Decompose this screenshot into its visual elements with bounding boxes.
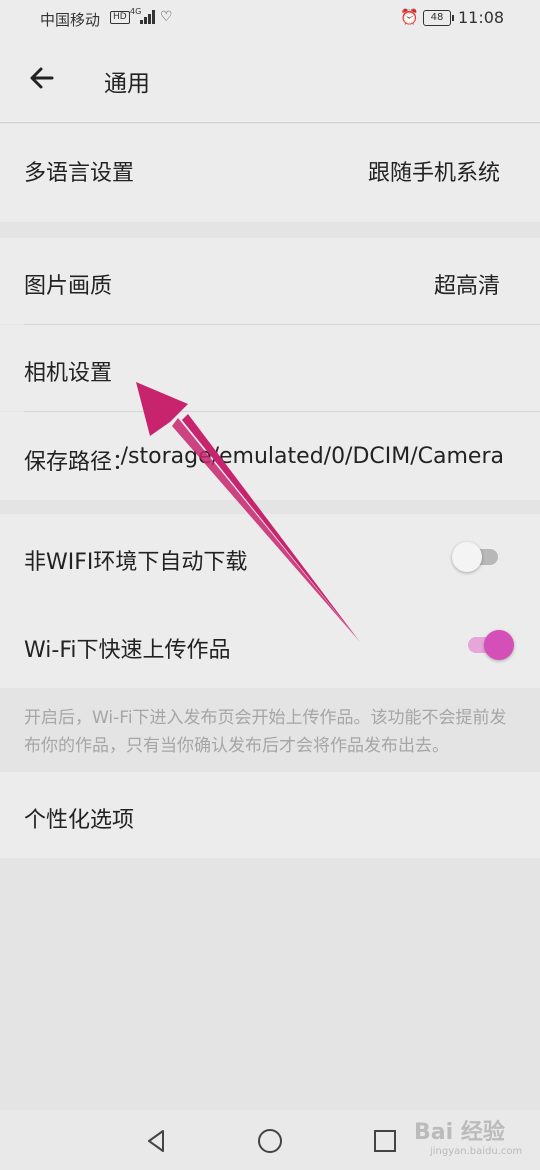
save-path-label: 保存路径： [24, 450, 135, 475]
personalization-label: 个性化选项 [24, 808, 135, 833]
wifi-upload-label: Wi-Fi下快速上传作品 [24, 638, 231, 663]
heart-icon: ♡ [160, 9, 173, 25]
personalization-row[interactable]: 个性化选项 [0, 772, 540, 858]
back-triangle-icon[interactable] [141, 1126, 171, 1156]
image-quality-value: 超高清 [433, 274, 500, 299]
wifi-upload-toggle[interactable] [462, 630, 514, 660]
toggle-knob [452, 542, 482, 572]
watermark-logo: Bai 经验 [414, 1120, 505, 1145]
watermark-url: jingyan.baidu.com [430, 1146, 523, 1157]
page-title: 通用 [104, 71, 150, 97]
auto-download-toggle[interactable] [452, 542, 504, 572]
wifi-upload-note: 开启后，Wi-Fi下进入发布页会开始上传作品。该功能不会提前发布你的作品，只有当… [24, 708, 507, 756]
camera-settings-label: 相机设置 [24, 361, 113, 386]
page-header: 通用 [0, 36, 540, 123]
image-quality-label: 图片画质 [24, 274, 113, 299]
camera-settings-row[interactable]: 相机设置 [0, 325, 540, 411]
language-value: 跟随手机系统 [367, 161, 500, 186]
home-circle-icon[interactable] [255, 1126, 285, 1156]
battery-icon: 48 [423, 10, 454, 26]
status-bar: 中国移动 HD 4G ♡ ⏰ 48 11:08 [0, 0, 540, 36]
language-setting-row[interactable]: 多语言设置 跟随手机系统 [0, 124, 540, 222]
auto-download-row: 非WIFI环境下自动下载 [0, 514, 540, 602]
clock: 11:08 [458, 8, 505, 27]
recents-square-icon[interactable] [370, 1126, 400, 1156]
signal-icon [140, 10, 156, 28]
hd-badge: HD [110, 11, 130, 24]
auto-download-label: 非WIFI环境下自动下载 [24, 550, 248, 575]
toggle-knob [484, 630, 514, 660]
image-quality-row[interactable]: 图片画质 超高清 [0, 238, 540, 324]
save-path-row[interactable]: 保存路径： /storage/emulated/0/DCIM/Camera [0, 412, 540, 500]
alarm-icon: ⏰ [400, 8, 419, 26]
wifi-upload-row: Wi-Fi下快速上传作品 [0, 602, 540, 688]
back-arrow-icon[interactable] [26, 62, 58, 94]
language-label: 多语言设置 [24, 161, 135, 186]
save-path-value: /storage/emulated/0/DCIM/Camera [120, 444, 504, 469]
carrier-name: 中国移动 [40, 11, 101, 29]
